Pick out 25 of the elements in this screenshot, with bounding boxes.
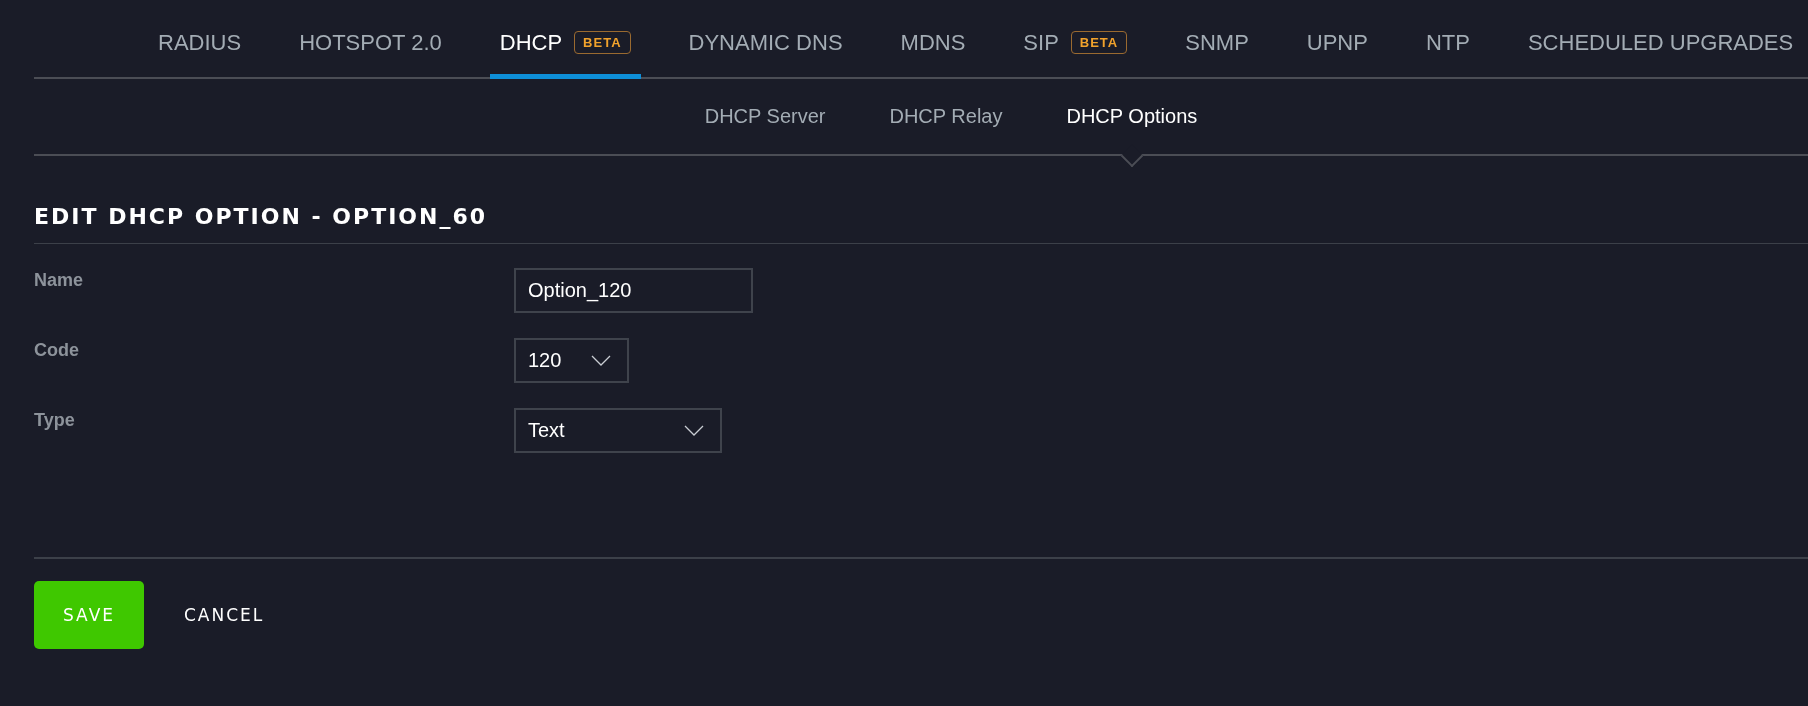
settings-tab[interactable]: DHCP BETA xyxy=(489,0,641,79)
settings-tab[interactable]: NTP xyxy=(1415,0,1480,79)
subsection-tab[interactable]: DHCP Relay xyxy=(889,105,1003,128)
settings-tab[interactable]: MDNS xyxy=(890,0,976,79)
beta-badge: BETA xyxy=(574,31,631,54)
field-label: Name xyxy=(34,270,85,291)
beta-badge: BETA xyxy=(1070,31,1128,54)
settings-tab[interactable]: RADIUS xyxy=(148,0,252,79)
subsection-tab[interactable]: DHCP Server xyxy=(704,105,826,128)
form-title: EDIT DHCP OPTION - OPTION_60 xyxy=(34,204,1808,244)
settings-tab[interactable]: HOTSPOT 2.0 xyxy=(289,0,452,79)
chevron-down-icon xyxy=(591,355,611,366)
settings-tab[interactable]: DYNAMIC DNS xyxy=(678,0,853,79)
settings-tab[interactable]: SCHEDULED UPGRADES xyxy=(1517,0,1804,79)
subsection-tab[interactable]: DHCP Options xyxy=(1066,105,1198,128)
field-label: Code xyxy=(34,340,80,361)
name-input[interactable]: Option_120 xyxy=(514,268,753,313)
settings-tab[interactable]: UPNP xyxy=(1296,0,1378,79)
settings-tab[interactable]: SIP BETA xyxy=(1013,0,1138,79)
select-dropdown[interactable]: 120 xyxy=(514,338,629,383)
chevron-down-icon xyxy=(684,425,704,436)
cancel-button[interactable]: CANCEL xyxy=(180,605,269,625)
field-label: Type xyxy=(34,410,76,431)
settings-tab[interactable]: SNMP xyxy=(1175,0,1259,79)
select-dropdown[interactable]: Text xyxy=(514,408,722,453)
